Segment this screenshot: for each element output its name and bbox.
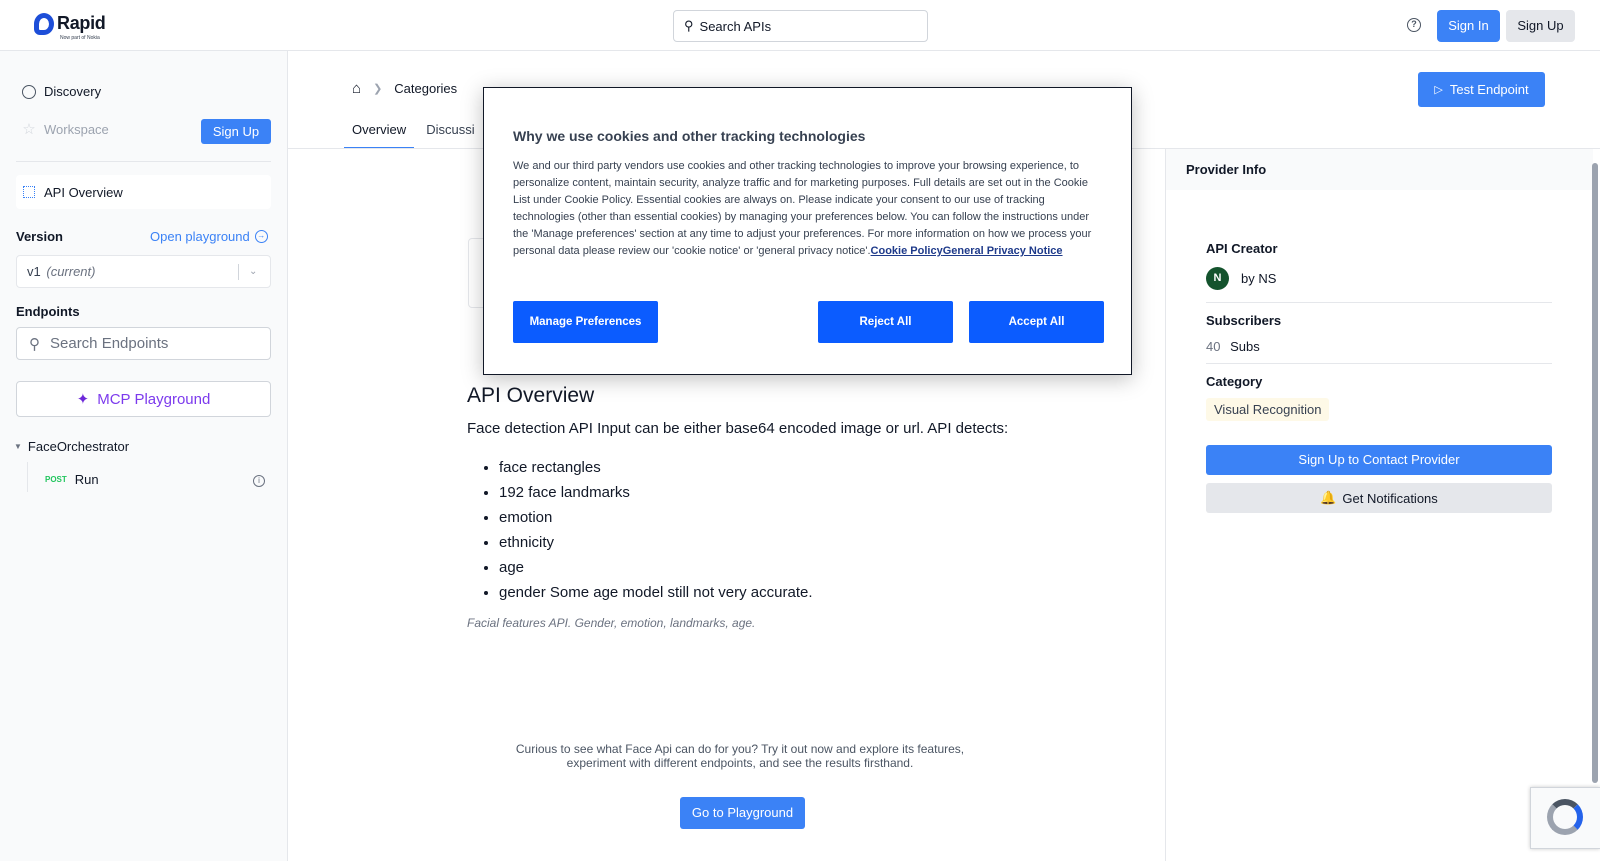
rapid-logo[interactable]: Rapid Now part of Nokia (34, 13, 106, 41)
subscribers-count: 40 Subs (1206, 339, 1260, 354)
search-apis-input[interactable]: ⚲ Search APIs (673, 10, 928, 42)
notifications-label: Get Notifications (1342, 490, 1438, 506)
mcp-playground-label: MCP Playground (97, 390, 211, 408)
test-endpoint-label: Test Endpoint (1449, 82, 1529, 97)
open-playground-link[interactable]: Open playground → (150, 229, 268, 244)
logo-text: Rapid (57, 13, 106, 33)
provider-info-heading: Provider Info (1166, 149, 1593, 190)
api-creator[interactable]: N by NS (1206, 267, 1276, 290)
list-item: emotion (499, 507, 813, 532)
endpoints-label: Endpoints (16, 304, 80, 319)
list-item: ethnicity (499, 532, 813, 557)
home-icon[interactable]: ⌂ (352, 80, 361, 97)
group-label: FaceOrchestrator (27, 439, 130, 454)
api-description: Face detection API Input can be either b… (467, 420, 1009, 437)
subscribers-label: Subscribers (1206, 313, 1282, 328)
discovery-label: Discovery (44, 84, 102, 99)
feature-list: face rectangles 192 face landmarks emoti… (499, 457, 813, 607)
sidebar-item-discovery[interactable]: Discovery (22, 84, 101, 99)
search-endpoints-input[interactable]: ⚲ Search Endpoints (16, 327, 271, 360)
chevron-right-icon: ❯ (373, 83, 383, 95)
search-icon: ⚲ (29, 335, 40, 353)
endpoint-item-run[interactable]: POST Run (45, 472, 99, 487)
creator-name: by NS (1241, 271, 1277, 286)
api-overview-label: API Overview (44, 184, 123, 200)
api-tagline: Facial features API. Gender, emotion, la… (467, 616, 756, 630)
list-item: age (499, 557, 813, 582)
select-separator (238, 264, 239, 280)
bell-icon: 🔔 (1320, 490, 1337, 505)
recaptcha-badge[interactable] (1530, 787, 1600, 849)
workspace-label: Workspace (44, 122, 109, 137)
list-item: face rectangles (499, 457, 813, 482)
sidebar-item-workspace[interactable]: ☆ Workspace (22, 120, 109, 138)
subscribers-unit: Subs (1230, 339, 1260, 354)
cookie-consent-dialog: Why we use cookies and other tracking te… (483, 87, 1132, 375)
tree-line (27, 462, 28, 492)
list-item: 192 face landmarks (499, 482, 813, 507)
arrow-right-circle-icon: → (254, 230, 268, 243)
info-icon[interactable]: i (253, 475, 265, 487)
endpoint-name: Run (74, 472, 99, 487)
version-select[interactable]: v1 (current) ⌄ (16, 255, 271, 288)
tab-overview[interactable]: Overview (344, 111, 415, 149)
avatar: N (1206, 267, 1229, 290)
recaptcha-icon (1547, 799, 1583, 835)
method-badge: POST (45, 475, 67, 484)
version-label: Version (16, 229, 63, 244)
category-badge[interactable]: Visual Recognition (1206, 398, 1330, 421)
category-label: Category (1206, 374, 1263, 389)
playground-invite-text: Curious to see what Face Api can do for … (515, 742, 965, 770)
accept-all-button[interactable]: Accept All (969, 301, 1104, 343)
search-endpoints-placeholder: Search Endpoints (50, 335, 169, 352)
grid-icon (23, 186, 35, 198)
compass-icon (22, 84, 36, 99)
chevron-down-icon: ▼ (14, 442, 22, 451)
divider (1206, 302, 1552, 303)
tab-discussions[interactable]: Discussi (418, 111, 482, 149)
divider (1206, 363, 1552, 364)
contact-provider-button[interactable]: Sign Up to Contact Provider (1206, 445, 1552, 475)
version-current: (current) (46, 264, 96, 279)
sidebar-item-api-overview[interactable]: API Overview (16, 175, 271, 209)
subscribers-number: 40 (1206, 339, 1221, 354)
cookie-policy-link[interactable]: Cookie Policy (871, 245, 943, 257)
rapid-logo-icon (34, 13, 54, 35)
cookie-title: Why we use cookies and other tracking te… (513, 128, 866, 144)
sign-up-button[interactable]: Sign Up (1506, 10, 1575, 42)
endpoint-group-faceorchestrator[interactable]: ▼ FaceOrchestrator (14, 439, 129, 454)
cookie-body: We and our third party vendors use cooki… (513, 158, 1107, 260)
privacy-notice-link[interactable]: General Privacy Notice (943, 245, 1063, 257)
mcp-playground-button[interactable]: ✦ MCP Playground (16, 381, 271, 417)
search-apis-placeholder: Search APIs (699, 18, 772, 34)
api-overview-title: API Overview (467, 384, 595, 407)
cookie-body-text: We and our third party vendors use cooki… (513, 160, 1092, 257)
version-value: v1 (27, 264, 41, 279)
breadcrumb-categories[interactable]: Categories (394, 81, 457, 96)
top-header: Rapid Now part of Nokia ⚲ Search APIs ? … (0, 0, 1600, 51)
go-to-playground-button[interactable]: Go to Playground (680, 797, 805, 829)
search-icon: ⚲ (684, 18, 694, 33)
star-icon: ☆ (22, 120, 36, 138)
sidebar-sign-up-button[interactable]: Sign Up (201, 119, 271, 144)
provider-panel: Provider Info API Creator N by NS Subscr… (1165, 149, 1600, 861)
api-creator-label: API Creator (1206, 241, 1278, 256)
list-item: gender Some age model still not very acc… (499, 582, 813, 607)
sidebar-divider (16, 161, 271, 162)
test-endpoint-button[interactable]: ▷ Test Endpoint (1418, 72, 1545, 107)
get-notifications-button[interactable]: 🔔 Get Notifications (1206, 483, 1552, 513)
sign-in-button[interactable]: Sign In (1437, 10, 1500, 42)
chevron-down-icon: ⌄ (249, 266, 258, 277)
sidebar: Discovery ☆ Workspace Sign Up API Overvi… (0, 51, 288, 861)
sparkles-icon: ✦ (76, 391, 90, 408)
logo-subtitle: Now part of Nokia (60, 35, 100, 41)
content-tabs: Overview Discussi (344, 111, 487, 149)
scrollbar-thumb[interactable] (1592, 163, 1598, 783)
breadcrumb: ⌂ ❯ Categories (352, 80, 457, 97)
reject-all-button[interactable]: Reject All (818, 301, 953, 343)
open-playground-label: Open playground (150, 229, 250, 244)
manage-preferences-button[interactable]: Manage Preferences (513, 301, 658, 343)
play-icon: ▷ (1434, 84, 1443, 96)
help-icon[interactable]: ? (1407, 18, 1421, 32)
